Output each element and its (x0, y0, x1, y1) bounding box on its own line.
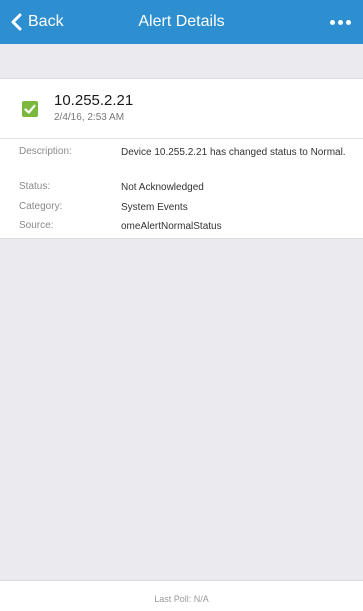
header-spacer (0, 44, 363, 78)
alert-details-screen: Back Alert Details 10.255.2.21 2/4/16, 2… (0, 0, 363, 611)
alert-card: 10.255.2.21 2/4/16, 2:53 AM Description:… (0, 78, 363, 239)
navigation-bar: Back Alert Details (0, 0, 363, 44)
footer-bar: Last Poll: N/A (0, 580, 363, 611)
alert-timestamp: 2/4/16, 2:53 AM (54, 112, 125, 123)
detail-label: Status: (19, 181, 51, 192)
detail-label: Source: (19, 220, 54, 231)
alert-device-name: 10.255.2.21 (54, 92, 134, 109)
detail-value: System Events (121, 202, 188, 213)
detail-label: Description: (19, 146, 72, 157)
more-horizontal-icon (327, 19, 351, 25)
checkmark-icon (22, 101, 38, 117)
back-label: Back (28, 13, 64, 30)
more-options-button[interactable] (315, 0, 351, 44)
chevron-left-icon (10, 13, 22, 31)
alert-header: 10.255.2.21 2/4/16, 2:53 AM (0, 79, 363, 135)
last-poll-status: Last Poll: N/A (154, 594, 209, 604)
detail-value: Not Acknowledged (121, 182, 204, 193)
detail-value: omeAlertNormalStatus (121, 221, 222, 232)
detail-value: Device 10.255.2.21 has changed status to… (121, 147, 346, 158)
back-button[interactable]: Back (10, 0, 64, 44)
detail-label: Category: (19, 201, 63, 212)
divider (0, 138, 363, 139)
